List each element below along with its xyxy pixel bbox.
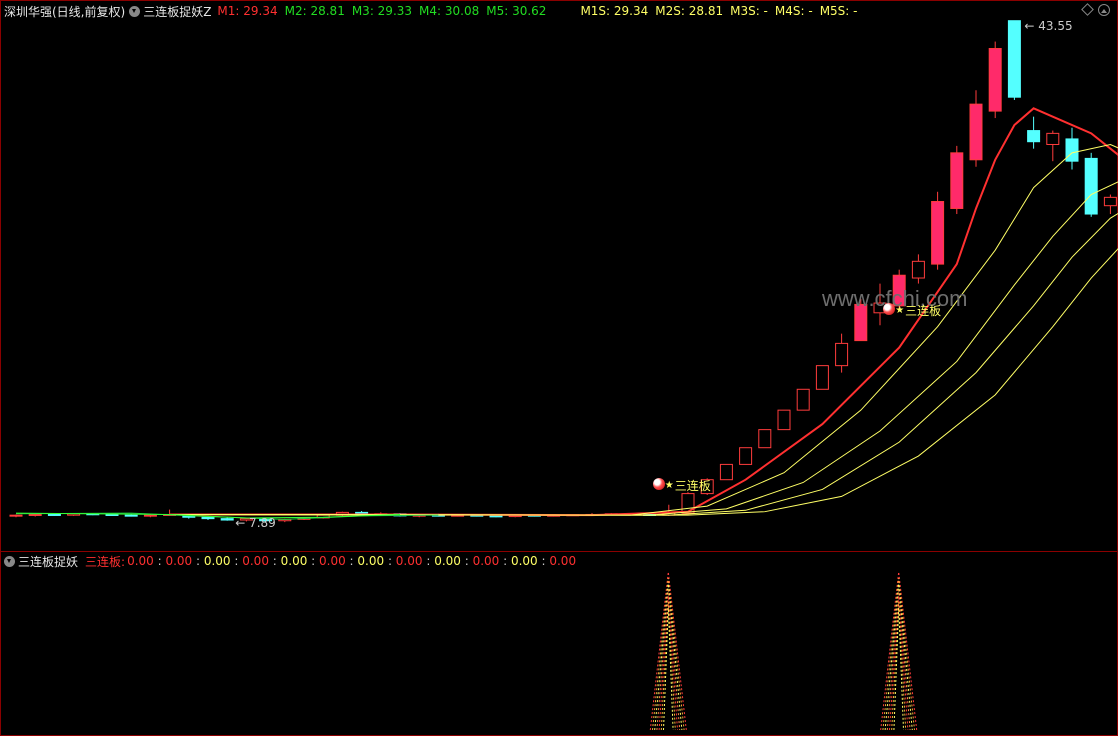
value-separator: : bbox=[153, 554, 166, 568]
candle-body bbox=[796, 388, 810, 411]
candle-body bbox=[739, 447, 753, 465]
sub-value: 0.00 bbox=[357, 554, 385, 568]
ma-line-m2 bbox=[169, 143, 1118, 516]
value-separator: : bbox=[230, 554, 243, 568]
signal-text: 三连板 bbox=[905, 303, 942, 318]
value-separator: : bbox=[192, 554, 204, 568]
candle-body bbox=[47, 513, 61, 516]
star-icon: ★ bbox=[664, 479, 674, 491]
value-separator: : bbox=[422, 554, 435, 568]
candle-body bbox=[143, 514, 157, 517]
candle-body bbox=[758, 429, 772, 449]
value-separator: : bbox=[268, 554, 281, 568]
ma-line-m1 bbox=[169, 107, 1118, 517]
candle-body bbox=[1007, 20, 1021, 98]
candle-body bbox=[1065, 138, 1079, 162]
value-separator: : bbox=[499, 554, 511, 568]
sub-value: 0.00 bbox=[242, 554, 269, 568]
main-chart: ← 43.55 ← 7.89 bbox=[9, 19, 1118, 731]
sub-indicator-title[interactable]: 三连板捉妖 bbox=[18, 553, 78, 570]
candle-body bbox=[969, 103, 983, 161]
candle-body bbox=[489, 515, 503, 518]
spike-line bbox=[649, 571, 687, 731]
candle-body bbox=[9, 514, 23, 517]
signal-marker-icon bbox=[652, 477, 665, 490]
sub-indicator-label: 三连板: bbox=[85, 554, 126, 569]
sub-value: 0.00 bbox=[319, 554, 346, 568]
sub-header-bar: 三连板捉妖 三连板: 0.00 : 0.00 : 0.00 : 0.00 : 0… bbox=[4, 552, 1114, 570]
candle-body bbox=[105, 513, 119, 516]
sub-value: 0.00 bbox=[434, 554, 461, 568]
sub-value: 0.00 bbox=[395, 554, 423, 568]
candle-body bbox=[835, 342, 849, 367]
candle-body bbox=[719, 463, 733, 481]
spike-line bbox=[880, 571, 918, 731]
candle-body bbox=[28, 513, 42, 516]
candle-body bbox=[124, 514, 138, 517]
candle-body bbox=[1046, 132, 1060, 145]
sub-value: 0.00 bbox=[472, 554, 500, 568]
candle-body bbox=[220, 518, 234, 521]
candle-body bbox=[777, 409, 791, 431]
signal-label: ★ 三连板 bbox=[665, 477, 711, 494]
ma-line-m5 bbox=[169, 248, 1118, 516]
sub-value: 0.00 bbox=[280, 554, 308, 568]
candle-body bbox=[1027, 130, 1041, 143]
value-separator: : bbox=[307, 554, 320, 568]
value-separator: : bbox=[345, 554, 358, 568]
value-separator: : bbox=[537, 554, 550, 568]
candle-body bbox=[931, 201, 945, 265]
sub-value: 0.00 bbox=[203, 554, 231, 568]
sub-value: 0.00 bbox=[549, 554, 577, 568]
sub-indicator-values: 0.00 : 0.00 : 0.00 : 0.00 : 0.00 : 0.00 … bbox=[127, 554, 576, 568]
ma-line-m3 bbox=[169, 181, 1118, 516]
ma-line-m4 bbox=[169, 212, 1118, 516]
signal-label: ★ 三连板 bbox=[895, 302, 941, 319]
candle-body bbox=[1084, 157, 1098, 215]
signal-marker-icon bbox=[883, 302, 896, 315]
candle-body bbox=[815, 365, 829, 390]
sub-value: 0.00 bbox=[165, 554, 193, 568]
value-separator: : bbox=[460, 554, 473, 568]
signal-spike bbox=[880, 571, 918, 731]
sub-value: 0.00 bbox=[127, 554, 154, 568]
low-price-label: ← 7.89 bbox=[235, 516, 276, 530]
signal-spike bbox=[649, 571, 687, 731]
value-separator: : bbox=[384, 554, 396, 568]
sub-indicator-menu-icon[interactable] bbox=[4, 555, 15, 567]
candle-body bbox=[201, 516, 215, 520]
star-icon: ★ bbox=[895, 304, 905, 316]
signal-text: 三连板 bbox=[674, 478, 711, 493]
sub-value: 0.00 bbox=[510, 554, 538, 568]
candle-body bbox=[988, 48, 1002, 112]
candle-body bbox=[911, 260, 925, 279]
candle-body bbox=[1103, 196, 1117, 207]
high-price-label: ← 43.55 bbox=[1024, 19, 1072, 33]
candle-body bbox=[950, 152, 964, 209]
